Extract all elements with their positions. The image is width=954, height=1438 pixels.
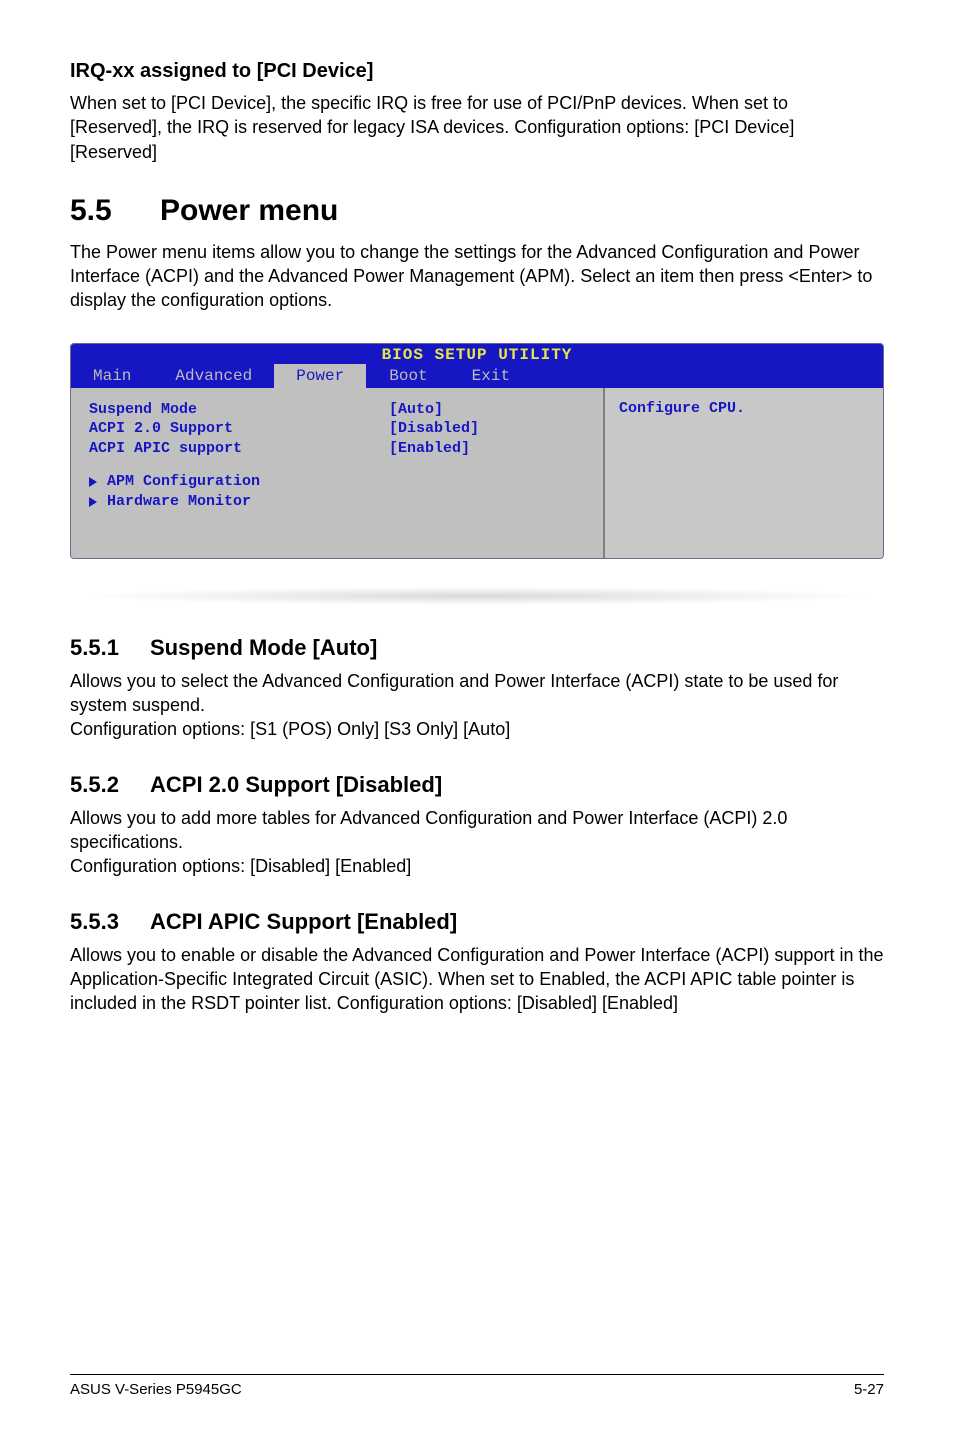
bios-submenu-label: Hardware Monitor xyxy=(107,492,251,512)
bios-utility-title: BIOS SETUP UTILITY xyxy=(71,344,883,364)
subsection-heading: 5.5.2ACPI 2.0 Support [Disabled] xyxy=(70,772,884,798)
subsection-title: ACPI APIC Support [Enabled] xyxy=(150,909,457,934)
bios-setting-value: [Disabled] xyxy=(389,419,479,439)
subsection-p1: Allows you to select the Advanced Config… xyxy=(70,669,884,718)
subsection-title: ACPI 2.0 Support [Disabled] xyxy=(150,772,442,797)
bios-tab-bar: Main Advanced Power Boot Exit xyxy=(71,364,883,388)
subsection-number: 5.5.1 xyxy=(70,635,150,661)
bios-submenu-group: APM Configuration Hardware Monitor xyxy=(89,472,585,511)
bios-help-text: Configure CPU. xyxy=(619,400,745,417)
page-footer: ASUS V-Series P5945GC 5-27 xyxy=(70,1374,884,1398)
bios-setting-label: ACPI APIC support xyxy=(89,439,389,459)
bios-submenu-item[interactable]: APM Configuration xyxy=(89,472,585,492)
subsection-heading: 5.5.1Suspend Mode [Auto] xyxy=(70,635,884,661)
footer-left: ASUS V-Series P5945GC xyxy=(70,1381,242,1398)
power-menu-intro: The Power menu items allow you to change… xyxy=(70,240,884,313)
subsection-p2: Configuration options: [S1 (POS) Only] [… xyxy=(70,717,884,741)
bios-body: Suspend Mode [Auto] ACPI 2.0 Support [Di… xyxy=(71,388,883,558)
page-root: IRQ-xx assigned to [PCI Device] When set… xyxy=(0,0,954,1438)
bios-tab-boot[interactable]: Boot xyxy=(367,364,449,388)
bios-submenu-item[interactable]: Hardware Monitor xyxy=(89,492,585,512)
bios-setting-value: [Auto] xyxy=(389,400,443,420)
bios-submenu-label: APM Configuration xyxy=(107,472,260,492)
subsection-number: 5.5.2 xyxy=(70,772,150,798)
bios-tab-exit[interactable]: Exit xyxy=(450,364,532,388)
bios-shadow-decor xyxy=(78,587,876,605)
subsection-p1: Allows you to enable or disable the Adva… xyxy=(70,943,884,1016)
triangle-right-icon xyxy=(89,497,97,507)
bios-tab-advanced[interactable]: Advanced xyxy=(153,364,274,388)
irq-body: When set to [PCI Device], the specific I… xyxy=(70,91,884,164)
triangle-right-icon xyxy=(89,477,97,487)
footer-right: 5-27 xyxy=(854,1381,884,1398)
subsection-number: 5.5.3 xyxy=(70,909,150,935)
bios-tab-power[interactable]: Power xyxy=(274,364,367,388)
bios-setting-label: ACPI 2.0 Support xyxy=(89,419,389,439)
bios-setting-row[interactable]: Suspend Mode [Auto] xyxy=(89,400,585,420)
subsection-heading: 5.5.3ACPI APIC Support [Enabled] xyxy=(70,909,884,935)
power-menu-number: 5.5 xyxy=(70,194,160,228)
bios-setting-value: [Enabled] xyxy=(389,439,470,459)
bios-setting-label: Suspend Mode xyxy=(89,400,389,420)
bios-help-panel: Configure CPU. xyxy=(603,388,883,558)
bios-setting-row[interactable]: ACPI 2.0 Support [Disabled] xyxy=(89,419,585,439)
power-menu-title: Power menu xyxy=(160,194,338,227)
bios-left-panel: Suspend Mode [Auto] ACPI 2.0 Support [Di… xyxy=(71,388,603,558)
bios-setting-row[interactable]: ACPI APIC support [Enabled] xyxy=(89,439,585,459)
subsection-title: Suspend Mode [Auto] xyxy=(150,635,377,660)
bios-tab-main[interactable]: Main xyxy=(71,364,153,388)
subsection-p2: Configuration options: [Disabled] [Enabl… xyxy=(70,854,884,878)
bios-screenshot: BIOS SETUP UTILITY Main Advanced Power B… xyxy=(70,343,884,559)
power-menu-heading: 5.5Power menu xyxy=(70,194,884,228)
subsection-p1: Allows you to add more tables for Advanc… xyxy=(70,806,884,855)
irq-heading: IRQ-xx assigned to [PCI Device] xyxy=(70,60,884,83)
